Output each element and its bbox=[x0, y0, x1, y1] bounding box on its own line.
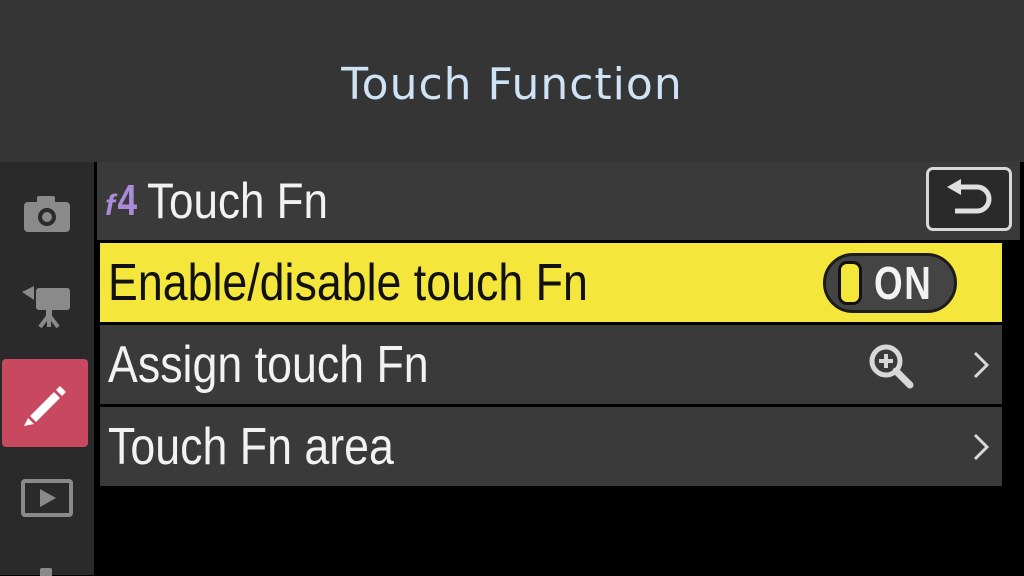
playback-icon bbox=[21, 479, 73, 517]
on-off-toggle[interactable]: ON bbox=[823, 253, 957, 313]
pencil-icon bbox=[24, 386, 66, 426]
menu-item-assign-touch-fn[interactable]: Assign touch Fn bbox=[100, 325, 1002, 404]
tab-video-recording[interactable] bbox=[0, 262, 94, 350]
menu-item-label: Assign touch Fn bbox=[108, 335, 429, 394]
top-banner: Touch Function bbox=[0, 0, 1024, 162]
chevron-right-icon bbox=[972, 325, 990, 404]
banner-title: Touch Function bbox=[341, 58, 683, 110]
menu-code-number: 4 bbox=[117, 176, 138, 225]
sidebar bbox=[0, 162, 94, 576]
return-icon bbox=[947, 179, 992, 214]
menu-header: f 4 Touch Fn bbox=[97, 162, 1020, 240]
menu-item-touch-fn-area[interactable]: Touch Fn area bbox=[100, 407, 1002, 486]
menu-code-letter: f bbox=[105, 189, 115, 222]
menu-item-label: Touch Fn area bbox=[108, 417, 394, 476]
menu-item-enable-touch-fn[interactable]: Enable/disable touch Fn ON bbox=[100, 243, 1002, 322]
menu-code: f 4 bbox=[105, 176, 139, 226]
menu-item-label: Enable/disable touch Fn bbox=[108, 253, 588, 312]
camera-icon bbox=[24, 196, 70, 232]
tab-playback[interactable] bbox=[0, 454, 94, 542]
toggle-knob bbox=[838, 261, 862, 305]
back-button[interactable] bbox=[926, 167, 1012, 231]
zoom-in-icon bbox=[869, 344, 914, 389]
tab-photo-shooting[interactable] bbox=[0, 170, 94, 258]
video-camera-icon bbox=[22, 286, 70, 328]
tab-custom-settings[interactable] bbox=[2, 359, 88, 447]
toggle-value: ON bbox=[874, 257, 933, 309]
menu-title: Touch Fn bbox=[147, 173, 329, 229]
chevron-right-icon bbox=[972, 407, 990, 486]
menu-panel: f 4 Touch Fn Enable/disable touch Fn ON … bbox=[97, 162, 1024, 575]
